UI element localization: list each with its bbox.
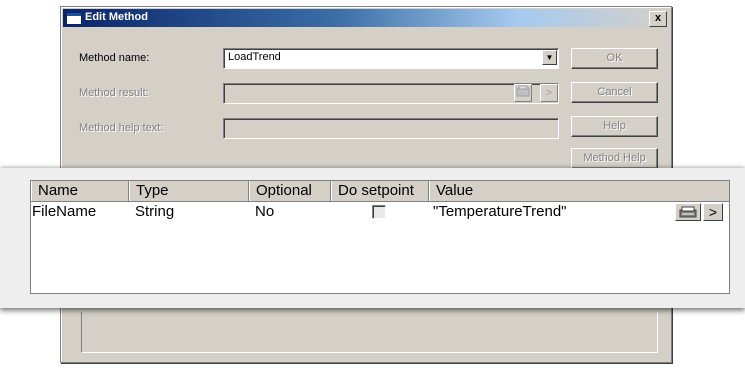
cell-name: FileName bbox=[32, 203, 97, 220]
column-header-type[interactable]: Type bbox=[129, 181, 249, 201]
cell-optional: No bbox=[255, 203, 275, 220]
value-more-button[interactable]: > bbox=[703, 203, 723, 221]
browse-icon bbox=[679, 206, 697, 218]
method-name-value: LoadTrend bbox=[228, 51, 281, 63]
method-help-text-label: Method help text: bbox=[79, 122, 164, 134]
cancel-button[interactable]: Cancel bbox=[571, 82, 658, 103]
column-header-optional[interactable]: Optional bbox=[249, 181, 331, 201]
chevron-right-icon: > bbox=[708, 204, 718, 220]
method-result-field: > bbox=[223, 83, 559, 104]
table-header: Name Type Optional Do setpoint Value bbox=[31, 181, 729, 202]
method-result-label: Method result: bbox=[79, 87, 149, 99]
cell-type: String bbox=[135, 203, 175, 220]
method-name-label: Method name: bbox=[79, 52, 150, 64]
method-result-browse-button bbox=[514, 84, 532, 102]
method-help-text-field bbox=[223, 118, 559, 139]
parameter-table: Name Type Optional Do setpoint Value Fil… bbox=[30, 180, 730, 294]
browse-icon bbox=[516, 85, 530, 97]
parameter-table-zoom: Name Type Optional Do setpoint Value Fil… bbox=[0, 168, 745, 308]
window-icon bbox=[66, 12, 82, 25]
value-browse-button[interactable] bbox=[675, 203, 701, 221]
do-setpoint-checkbox[interactable] bbox=[372, 205, 386, 219]
column-header-value[interactable]: Value bbox=[429, 181, 729, 201]
title-bar[interactable]: Edit Method x bbox=[63, 9, 669, 27]
cell-value[interactable]: "TemperatureTrend" bbox=[433, 202, 566, 224]
parameter-list-frame bbox=[81, 312, 658, 353]
method-help-button[interactable]: Method Help bbox=[571, 148, 658, 169]
chevron-down-icon[interactable]: ▼ bbox=[542, 50, 557, 65]
method-result-more-button: > bbox=[540, 84, 558, 102]
dialog-title: Edit Method bbox=[85, 11, 148, 23]
method-name-combobox[interactable]: LoadTrend ▼ bbox=[223, 48, 559, 69]
column-header-name[interactable]: Name bbox=[31, 181, 129, 201]
close-icon: x bbox=[654, 12, 662, 24]
ok-button[interactable]: OK bbox=[571, 48, 658, 69]
table-row[interactable]: FileName String No "TemperatureTrend" > bbox=[31, 202, 729, 224]
close-button[interactable]: x bbox=[649, 11, 667, 27]
help-button[interactable]: Help bbox=[571, 116, 658, 137]
column-header-do-setpoint[interactable]: Do setpoint bbox=[331, 181, 429, 201]
chevron-right-icon: > bbox=[545, 87, 553, 99]
